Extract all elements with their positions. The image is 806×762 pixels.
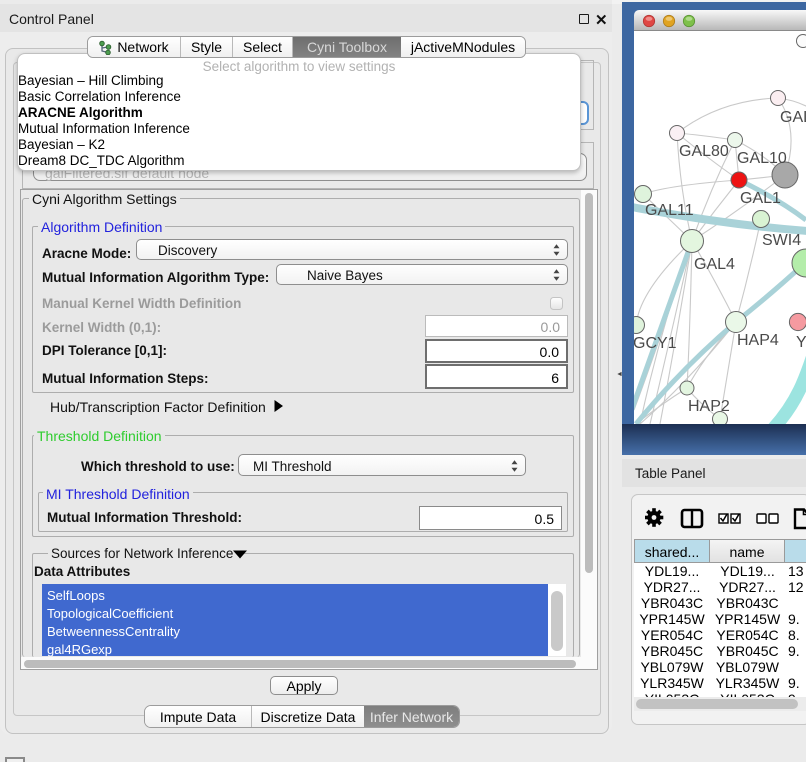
svg-text:YM: YM	[796, 334, 806, 351]
svg-text:GCY1: GCY1	[634, 335, 677, 352]
svg-text:GAL11: GAL11	[645, 202, 694, 219]
svg-text:GAL80: GAL80	[679, 143, 729, 160]
svg-text:GAL4: GAL4	[694, 256, 735, 273]
svg-text:SWI4: SWI4	[762, 232, 801, 249]
svg-text:HAP4: HAP4	[737, 332, 779, 349]
svg-text:HAP2: HAP2	[688, 398, 730, 415]
svg-text:GAL1: GAL1	[740, 190, 781, 207]
svg-text:GAL10: GAL10	[737, 150, 787, 167]
svg-text:GAL7: GAL7	[780, 109, 806, 126]
